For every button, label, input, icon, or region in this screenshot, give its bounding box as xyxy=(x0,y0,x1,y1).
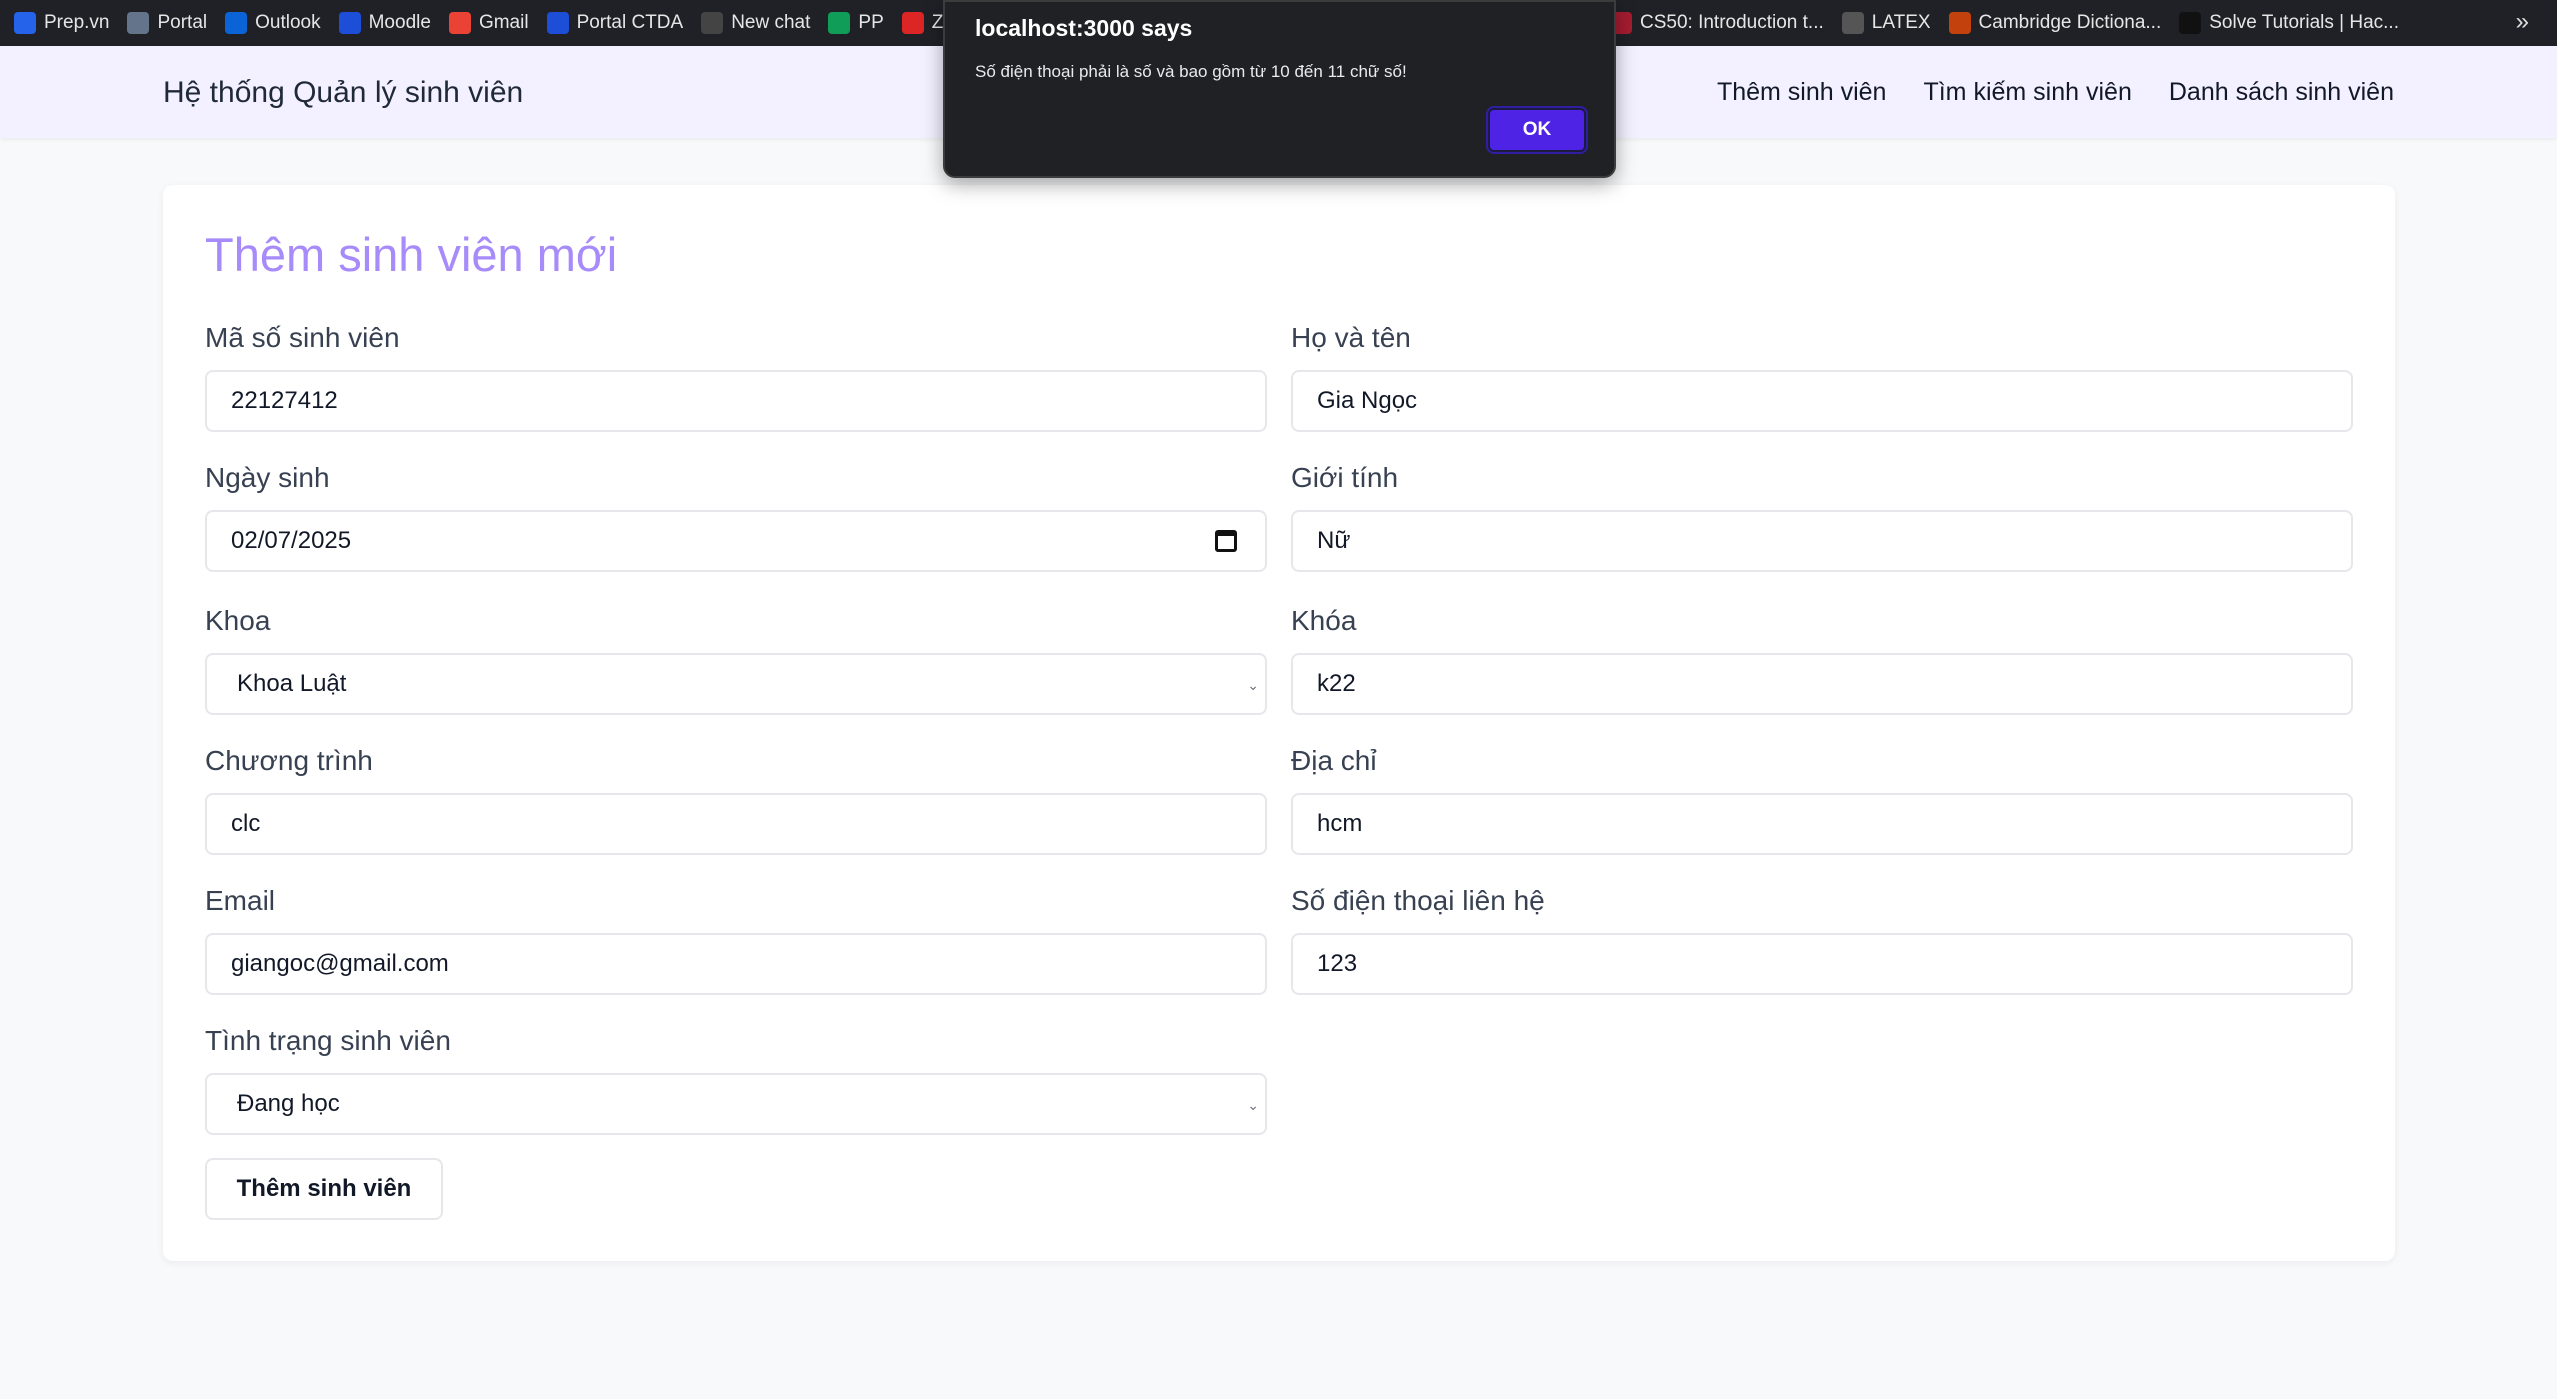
field-mssv: Mã số sinh viên 22127412 xyxy=(205,322,1267,432)
chevron-down-icon: ⌄ xyxy=(1247,677,1259,693)
bookmark-label: Moodle xyxy=(368,12,431,33)
hoten-input[interactable]: Gia Ngọc xyxy=(1291,370,2353,432)
fit-icon xyxy=(338,12,361,34)
hackerrank-icon xyxy=(2179,12,2202,34)
field-email: Email giangoc@gmail.com xyxy=(205,885,1267,995)
bookmark-label: Cambridge Dictiona... xyxy=(1978,12,2162,33)
khoa-select[interactable]: Khoa Luật ⌄ xyxy=(205,653,1267,715)
more-bookmarks-icon[interactable]: » xyxy=(2516,8,2529,36)
chevron-down-icon: ⌄ xyxy=(1247,1097,1259,1113)
bookmark-label: Z xyxy=(931,12,944,33)
bookmark-left-3[interactable]: Moodle xyxy=(338,12,431,34)
chatgpt-icon xyxy=(701,12,724,34)
bookmark-right-1[interactable]: LATEX xyxy=(1841,12,1931,34)
cambridge-icon xyxy=(1948,12,1971,34)
portal-icon xyxy=(127,12,150,34)
ngaysinh-input[interactable]: 02/07/2025 xyxy=(205,510,1267,572)
field-khoahoc: Khóa k22 xyxy=(1291,605,2353,715)
prep-icon xyxy=(14,12,36,34)
bookmark-left-2[interactable]: Outlook xyxy=(225,12,321,34)
field-hoten: Họ và tên Gia Ngọc xyxy=(1291,322,2353,432)
bookmark-left-5[interactable]: Portal CTDA xyxy=(546,12,684,34)
bookmark-label: PP xyxy=(858,12,884,33)
bookmark-left-1[interactable]: Portal xyxy=(127,12,207,34)
dialog-message: Số điện thoại phải là số và bao gồm từ 1… xyxy=(975,62,1407,81)
ngaysinh-label: Ngày sinh xyxy=(205,462,330,493)
khoa-value: Khoa Luật xyxy=(237,670,347,697)
bookmark-label: New chat xyxy=(731,12,811,33)
tinhtrang-label: Tình trạng sinh viên xyxy=(205,1025,451,1056)
nav-links: Thêm sinh viên Tìm kiếm sinh viên Danh s… xyxy=(1717,78,2394,107)
bookmark-left-7[interactable]: PP xyxy=(828,12,884,34)
field-khoa: Khoa Khoa Luật ⌄ xyxy=(205,605,1267,715)
bookmark-label: LATEX xyxy=(1871,12,1931,33)
chuongtrinh-label: Chương trình xyxy=(205,745,373,776)
fit-icon xyxy=(546,12,569,34)
bookmark-left-0[interactable]: Prep.vn xyxy=(14,12,109,34)
gioitinh-label: Giới tính xyxy=(1291,462,1399,493)
alert-dialog: localhost:3000 says Số điện thoại phải l… xyxy=(943,0,1616,178)
bookmark-label: Portal CTDA xyxy=(576,12,684,33)
nav-student-list[interactable]: Danh sách sinh viên xyxy=(2169,78,2394,107)
bookmark-label: Outlook xyxy=(255,12,321,33)
bookmark-right-0[interactable]: CS50: Introduction t... xyxy=(1610,12,1824,34)
mssv-input[interactable]: 22127412 xyxy=(205,370,1267,432)
chuongtrinh-input[interactable]: clc xyxy=(205,793,1267,855)
ngaysinh-value: 02/07/2025 xyxy=(231,527,352,554)
field-chuongtrinh: Chương trình clc xyxy=(205,745,1267,855)
field-sdt: Số điện thoại liên hệ 123 xyxy=(1291,885,2353,995)
bookmark-left-4[interactable]: Gmail xyxy=(448,12,529,34)
dialog-title: localhost:3000 says xyxy=(975,15,1193,41)
bookmark-label: Prep.vn xyxy=(44,12,110,33)
bookmark-right-2[interactable]: Cambridge Dictiona... xyxy=(1948,12,2162,34)
outlook-icon xyxy=(225,12,248,34)
dialog-ok-button[interactable]: OK xyxy=(1488,108,1586,152)
sdt-input[interactable]: 123 xyxy=(1291,933,2353,995)
field-ngaysinh: Ngày sinh 02/07/2025 xyxy=(205,462,1267,572)
add-student-card: Thêm sinh viên mới Mã số sinh viên 22127… xyxy=(163,185,2395,1261)
khoahoc-input[interactable]: k22 xyxy=(1291,653,2353,715)
diachi-input[interactable]: hcm xyxy=(1291,793,2353,855)
calendar-icon[interactable] xyxy=(1215,530,1237,552)
nav-add-student[interactable]: Thêm sinh viên xyxy=(1717,78,1887,107)
bookmark-label: Gmail xyxy=(478,12,529,33)
drive-icon xyxy=(828,12,851,34)
bookmarks-right: CS50: Introduction t... LATEX Cambridge Di… xyxy=(1610,0,2417,46)
form-title: Thêm sinh viên mới xyxy=(205,228,618,281)
hoten-label: Họ và tên xyxy=(1291,322,1411,353)
field-gioitinh: Giới tính Nữ xyxy=(1291,462,2353,572)
bookmark-label: Portal xyxy=(157,12,208,33)
brand-title[interactable]: Hệ thống Quản lý sinh viên xyxy=(163,76,523,110)
sdt-label: Số điện thoại liên hệ xyxy=(1291,885,1545,916)
diachi-label: Địa chỉ xyxy=(1291,745,1377,776)
email-input[interactable]: giangoc@gmail.com xyxy=(205,933,1267,995)
tinhtrang-select[interactable]: Đang học ⌄ xyxy=(205,1073,1267,1135)
field-tinhtrang: Tình trạng sinh viên Đang học ⌄ xyxy=(205,1025,1267,1135)
bookmark-left-6[interactable]: New chat xyxy=(701,12,810,34)
mssv-label: Mã số sinh viên xyxy=(205,322,400,353)
bookmark-right-3[interactable]: Solve Tutorials | Hac... xyxy=(2179,12,2399,34)
email-label: Email xyxy=(205,885,276,916)
bookmark-left-8[interactable]: Z xyxy=(901,12,944,34)
khoahoc-label: Khóa xyxy=(1291,605,1357,636)
nav-search-student[interactable]: Tìm kiếm sinh viên xyxy=(1923,78,2131,107)
field-diachi: Địa chỉ hcm xyxy=(1291,745,2353,855)
tinhtrang-value: Đang học xyxy=(237,1090,340,1117)
gmail-icon xyxy=(448,12,471,34)
gioitinh-input[interactable]: Nữ xyxy=(1291,510,2353,572)
bookmark-label: Solve Tutorials | Hac... xyxy=(2209,12,2399,33)
bookmark-label: CS50: Introduction t... xyxy=(1640,12,1824,33)
z-icon xyxy=(901,12,924,34)
khoa-label: Khoa xyxy=(205,605,271,636)
bookmarks-left: Prep.vn Portal Outlook Moodle Gmail Portal CT… xyxy=(14,12,961,34)
latex-icon xyxy=(1841,12,1864,34)
add-student-button[interactable]: Thêm sinh viên xyxy=(205,1158,443,1220)
